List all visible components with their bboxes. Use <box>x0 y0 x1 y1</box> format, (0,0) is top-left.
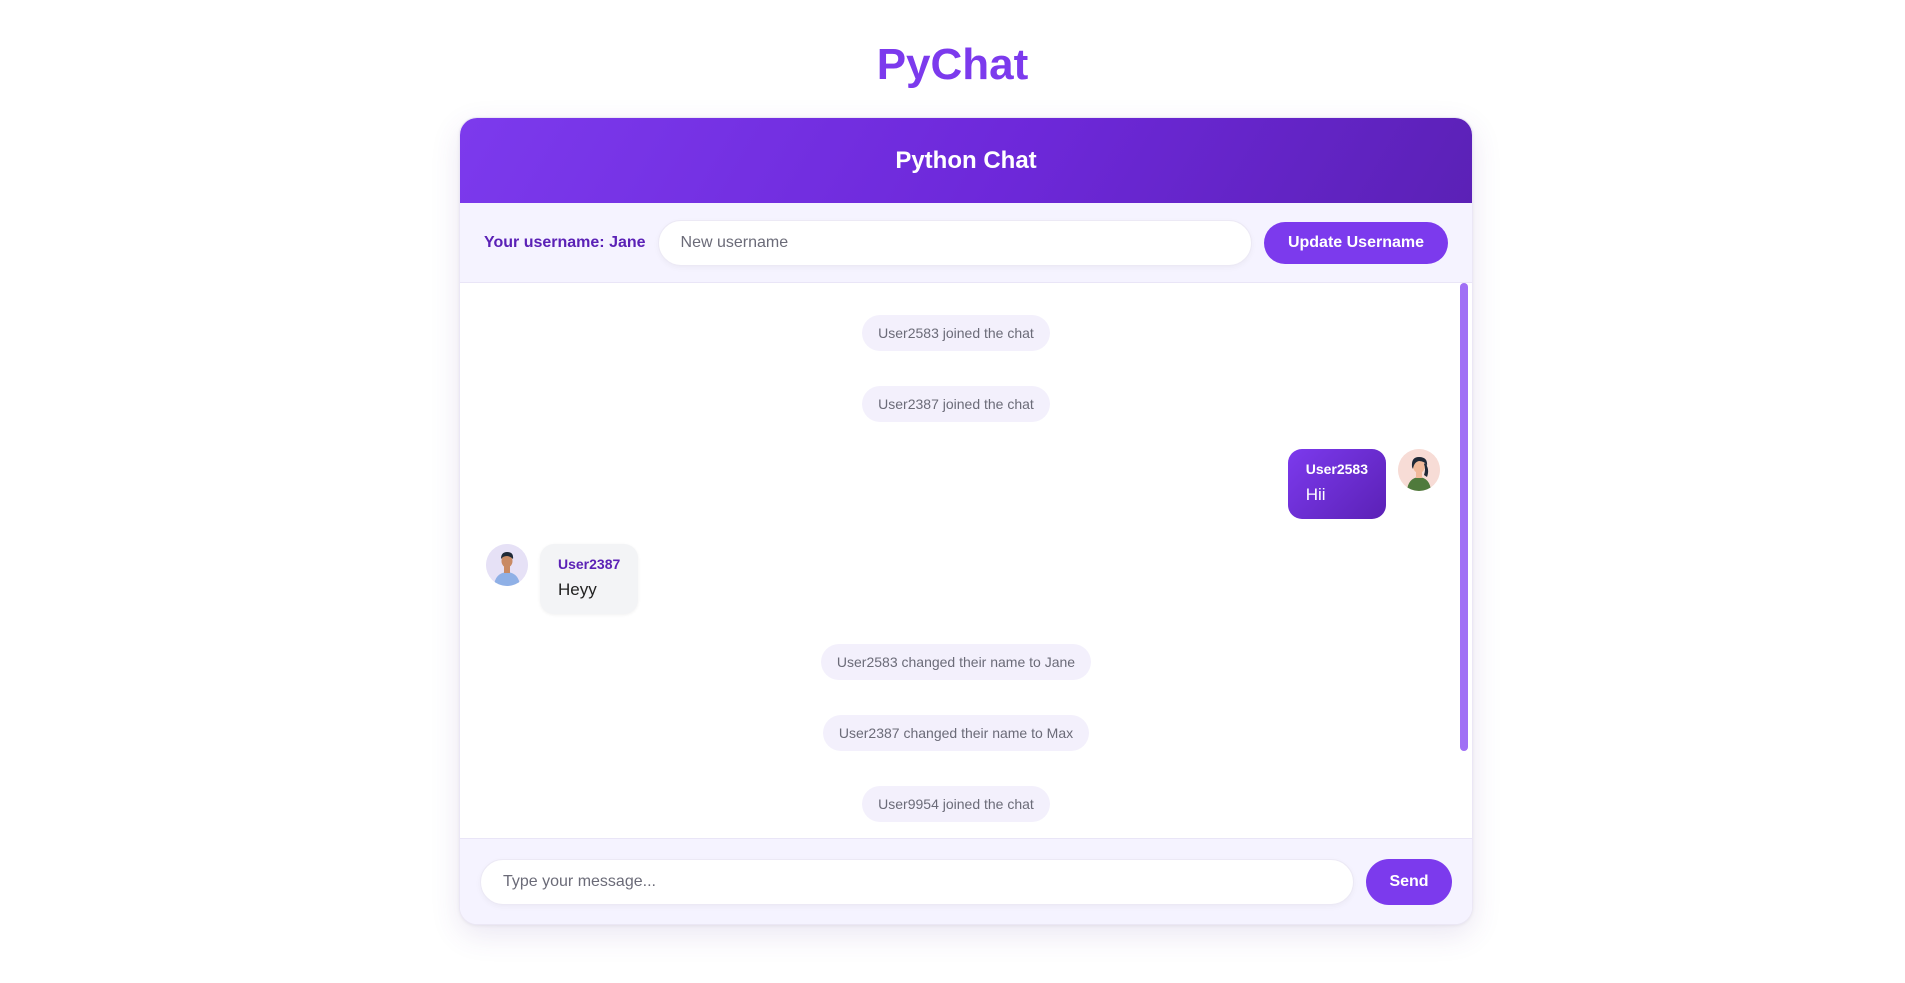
message-input[interactable] <box>480 858 1354 905</box>
message-author: User2583 <box>1305 461 1368 477</box>
message-composer: Send <box>460 838 1472 924</box>
man-avatar-icon <box>486 544 528 586</box>
current-username-label: Your username: Jane <box>484 233 646 251</box>
woman-avatar-icon <box>1398 449 1440 491</box>
system-message-text: User2583 changed their name to Jane <box>820 644 1092 680</box>
send-button[interactable]: Send <box>1366 858 1452 905</box>
new-username-input[interactable] <box>657 219 1252 266</box>
update-username-button[interactable]: Update Username <box>1263 221 1448 264</box>
message-bubble: User2387 Heyy <box>540 544 639 614</box>
username-bar: Your username: Jane Update Username <box>460 203 1472 283</box>
app-title: PyChat <box>876 40 1029 89</box>
message-author: User2387 <box>558 556 621 572</box>
system-message: User9954 joined the chat <box>460 786 1452 822</box>
system-message-text: User2387 joined the chat <box>862 386 1050 422</box>
system-message-text: User2387 changed their name to Max <box>822 715 1090 751</box>
messages-list[interactable]: User2583 joined the chat User2387 joined… <box>460 283 1472 839</box>
outgoing-message: User2583 Hii <box>1287 449 1440 519</box>
messages-scrollbar[interactable] <box>1460 283 1468 839</box>
scrollbar-thumb[interactable] <box>1460 283 1468 751</box>
chat-window: Python Chat Your username: Jane Update U… <box>459 117 1473 925</box>
chat-header: Python Chat <box>460 118 1472 203</box>
incoming-message: User2387 Heyy <box>486 544 639 614</box>
system-message: User2387 joined the chat <box>460 386 1452 422</box>
message-bubble: User2583 Hii <box>1287 449 1386 519</box>
chat-header-title: Python Chat <box>895 146 1037 174</box>
system-message-text: User2583 joined the chat <box>862 315 1050 351</box>
system-message-text: User9954 joined the chat <box>862 786 1050 822</box>
system-message: User2387 changed their name to Max <box>460 715 1452 751</box>
system-message: User2583 changed their name to Jane <box>460 644 1452 680</box>
system-message: User2583 joined the chat <box>460 315 1452 351</box>
message-text: Heyy <box>558 580 597 599</box>
message-text: Hii <box>1305 485 1326 504</box>
